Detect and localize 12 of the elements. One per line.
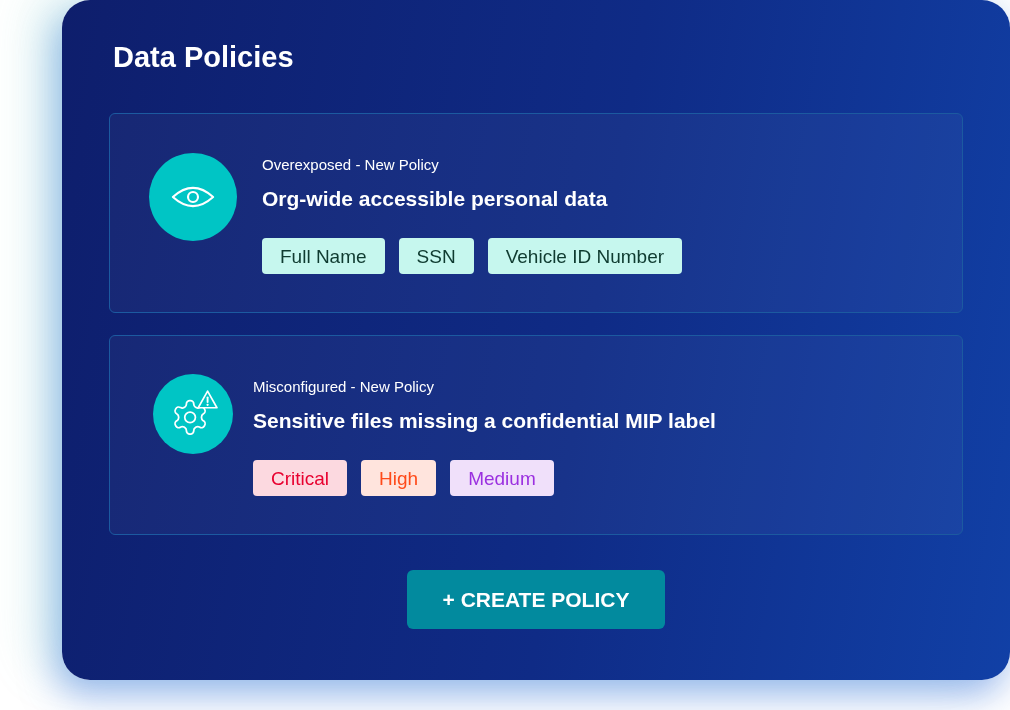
tag: Medium xyxy=(450,460,554,496)
tag: Full Name xyxy=(262,238,385,274)
policy-category: Misconfigured - New Policy xyxy=(253,377,435,397)
policy-category: Overexposed - New Policy xyxy=(262,155,440,175)
tag: SSN xyxy=(398,238,474,274)
policy-title: Org-wide accessible personal data xyxy=(262,186,609,212)
policy-title: Sensitive files missing a confidential MIP label xyxy=(253,408,716,434)
tag: Vehicle ID Number xyxy=(487,238,683,274)
tag: High xyxy=(361,460,437,496)
create-policy-button[interactable]: + CREATE POLICY xyxy=(407,570,665,629)
panel-title: Data Policies xyxy=(113,40,294,75)
tag: Critical xyxy=(253,460,348,496)
